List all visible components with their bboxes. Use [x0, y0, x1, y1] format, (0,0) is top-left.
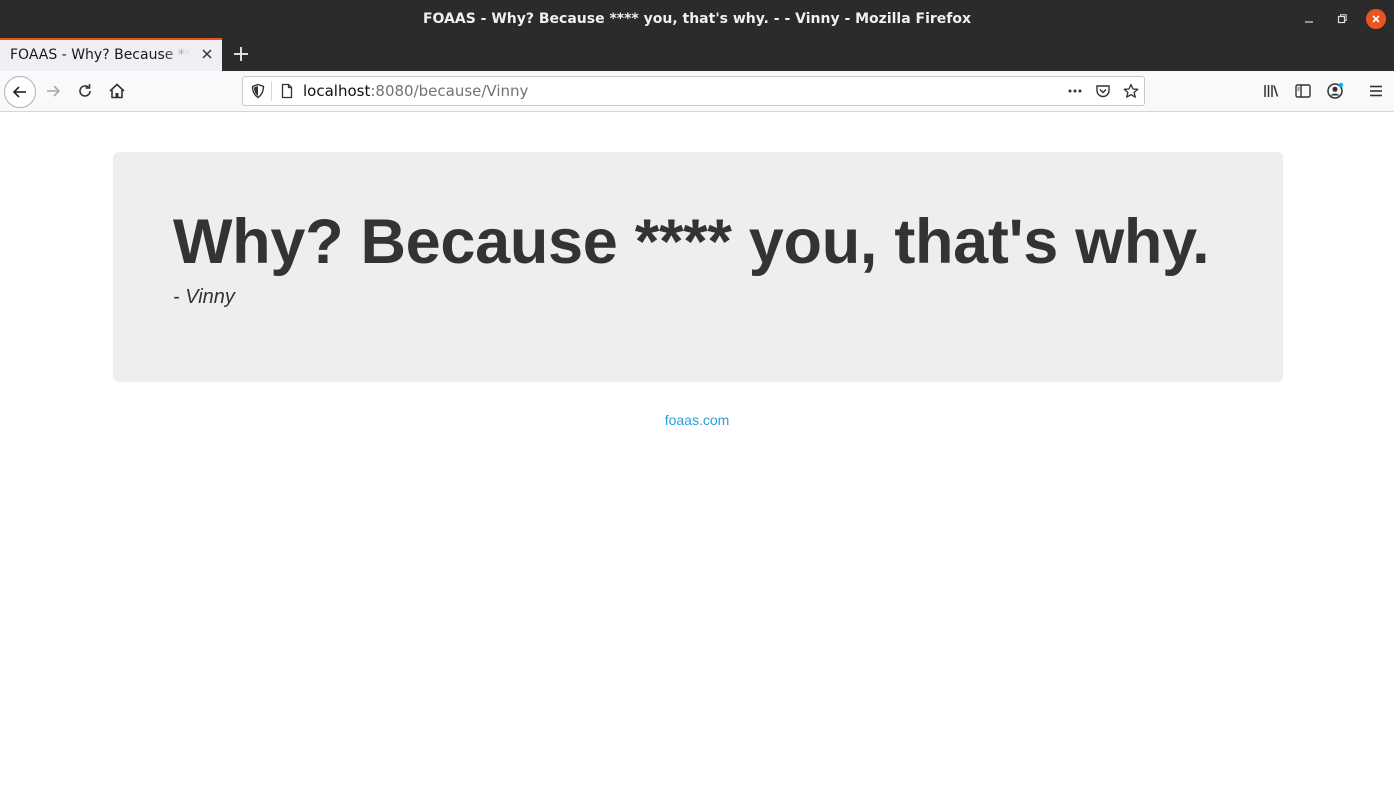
forward-icon	[47, 85, 61, 97]
forward-button[interactable]	[37, 75, 69, 107]
close-icon	[1372, 15, 1380, 23]
tab-close-button[interactable]	[198, 46, 216, 64]
account-button[interactable]	[1319, 75, 1351, 107]
window-titlebar: FOAAS - Why? Because **** you, that's wh…	[0, 0, 1394, 38]
home-icon	[109, 83, 125, 99]
foaas-link[interactable]: foaas.com	[0, 412, 1394, 428]
menu-icon	[1370, 85, 1382, 97]
shield-icon[interactable]	[249, 82, 267, 100]
plus-icon	[234, 47, 248, 61]
library-icon	[1264, 85, 1279, 97]
tab-title: FOAAS - Why? Because **** you, that's wh…	[10, 47, 190, 63]
tab-strip: FOAAS - Why? Because **** you, that's wh…	[0, 38, 1394, 71]
library-button[interactable]	[1255, 75, 1287, 107]
urlbar-separator	[271, 81, 272, 101]
url-path: :8080/because/Vinny	[370, 82, 529, 100]
url-bar[interactable]: localhost:8080/because/Vinny	[242, 76, 1145, 106]
navigation-toolbar: localhost:8080/because/Vinny	[0, 71, 1394, 112]
new-tab-button[interactable]	[229, 42, 253, 66]
restore-icon	[1337, 14, 1347, 24]
window-title: FOAAS - Why? Because **** you, that's wh…	[422, 11, 972, 27]
app-menu-button[interactable]	[1360, 75, 1392, 107]
close-window-button[interactable]	[1366, 9, 1386, 29]
close-icon	[202, 49, 212, 59]
page-subtitle: - Vinny	[173, 286, 235, 308]
more-icon[interactable]	[1066, 82, 1084, 100]
url-host: localhost	[303, 82, 371, 100]
page-content: Why? Because **** you, that's why. - Vin…	[0, 112, 1394, 805]
page-icon[interactable]	[278, 82, 296, 100]
sidebar-button[interactable]	[1287, 75, 1319, 107]
minimize-button[interactable]	[1299, 9, 1319, 29]
page-heading: Why? Because **** you, that's why.	[173, 207, 1210, 277]
url-text[interactable]: localhost:8080/because/Vinny	[303, 77, 528, 105]
maximize-button[interactable]	[1332, 9, 1352, 29]
reload-icon	[79, 84, 91, 97]
sidebar-icon	[1295, 84, 1311, 98]
reload-button[interactable]	[69, 75, 101, 107]
star-icon[interactable]	[1122, 82, 1140, 100]
back-icon	[12, 86, 26, 98]
hero-jumbotron: Why? Because **** you, that's why. - Vin…	[113, 152, 1283, 382]
pocket-icon[interactable]	[1094, 82, 1112, 100]
home-button[interactable]	[101, 75, 133, 107]
tab-foaas[interactable]: FOAAS - Why? Because **** you, that's wh…	[0, 38, 222, 71]
account-icon	[1327, 82, 1344, 99]
minimize-icon	[1305, 21, 1313, 23]
back-button[interactable]	[4, 76, 36, 108]
